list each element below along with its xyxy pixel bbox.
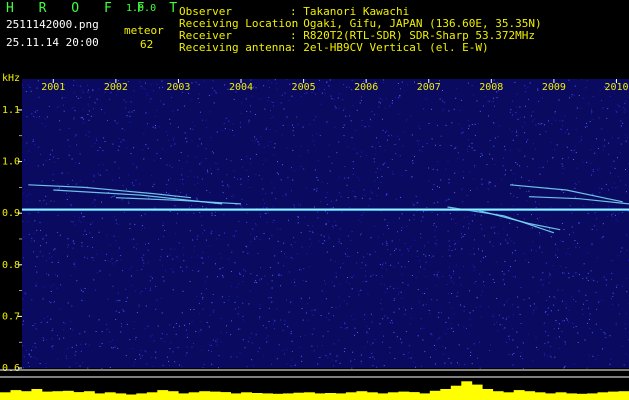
activity-bar	[293, 392, 305, 400]
activity-bar	[482, 389, 494, 400]
spectrogram-chart: 2001 2002 2003 2004 2005 2006 2007 2008 2009 2010…	[0, 73, 629, 400]
activity-bar	[513, 390, 525, 400]
activity-bar	[566, 393, 577, 400]
activity-bar	[94, 393, 106, 400]
activity-bar	[220, 392, 231, 400]
activity-bar	[62, 390, 74, 400]
y-tick-label-1.1: 1.1	[2, 105, 20, 116]
x-tick-label-2005: 2005	[292, 82, 316, 93]
activity-bar	[503, 392, 515, 400]
activity-bar	[115, 393, 127, 400]
activity-bar	[597, 392, 609, 400]
x-tick-label-2001: 2001	[41, 82, 65, 93]
activity-bar	[618, 391, 629, 400]
activity-bar	[545, 393, 556, 400]
activity-bar	[471, 384, 483, 400]
x-tick-label-2004: 2004	[229, 82, 253, 93]
activity-bar	[345, 392, 357, 400]
activity-bar	[366, 392, 378, 400]
spectrogram-background	[22, 79, 629, 368]
activity-bar	[356, 391, 368, 400]
activity-bar	[440, 389, 452, 400]
activity-bar	[52, 391, 64, 400]
x-tick-label-2008: 2008	[479, 82, 503, 93]
activity-bar	[377, 393, 389, 400]
activity-bar	[608, 391, 619, 400]
y-axis-unit-label: kHz	[2, 73, 20, 84]
activity-bar	[272, 393, 284, 400]
activity-bar	[408, 392, 420, 400]
activity-bar	[555, 392, 567, 400]
activity-bar	[31, 389, 43, 400]
activity-bar	[125, 394, 137, 400]
activity-bar	[209, 391, 221, 400]
activity-bar	[429, 390, 441, 400]
activity-bar	[534, 392, 546, 400]
activity-bar	[157, 390, 169, 400]
x-tick-label-2007: 2007	[417, 82, 441, 93]
activity-bar	[73, 392, 85, 400]
y-tick-label-0.7: 0.7	[2, 311, 20, 322]
x-tick-label-2003: 2003	[166, 82, 190, 93]
activity-bar	[41, 391, 53, 400]
activity-bar	[492, 391, 504, 400]
activity-bar	[576, 393, 588, 400]
y-tick-label-0.9: 0.9	[2, 208, 20, 219]
activity-bar	[199, 391, 211, 400]
activity-bar	[335, 393, 347, 400]
x-tick-label-2006: 2006	[354, 82, 378, 93]
activity-bar	[188, 392, 200, 400]
activity-bar	[104, 392, 116, 400]
activity-bar	[262, 393, 273, 400]
activity-bar	[450, 385, 462, 400]
x-tick-label-2002: 2002	[104, 82, 128, 93]
activity-bar	[146, 392, 158, 400]
activity-bar	[314, 393, 326, 400]
activity-bar-layer	[0, 381, 629, 400]
activity-bar	[0, 392, 11, 400]
activity-bar	[136, 393, 148, 400]
activity-bar	[325, 393, 336, 400]
activity-bar	[83, 391, 95, 400]
activity-bar	[461, 381, 473, 400]
x-tick-label-2010: 2010	[604, 82, 628, 93]
activity-bar	[283, 393, 294, 400]
activity-bar	[398, 391, 410, 400]
activity-bar	[10, 390, 22, 400]
activity-bar	[178, 393, 190, 400]
activity-bar	[587, 393, 598, 400]
activity-bar	[21, 391, 32, 400]
y-tick-label-1.0: 1.0	[2, 157, 20, 168]
activity-bar	[304, 392, 315, 400]
activity-bar	[167, 391, 179, 400]
activity-bar	[524, 391, 536, 400]
y-tick-label-0.8: 0.8	[2, 260, 20, 271]
activity-bar	[251, 393, 263, 400]
activity-bar	[419, 393, 431, 400]
activity-bar	[241, 392, 252, 400]
x-tick-label-2009: 2009	[542, 82, 566, 93]
activity-bar	[387, 392, 399, 400]
y-tick-label-0.6: 0.6	[2, 363, 20, 374]
activity-bar	[230, 393, 242, 400]
y-tick-layer: 1.1 1.0 0.9 0.8 0.7 0.6	[2, 105, 22, 374]
